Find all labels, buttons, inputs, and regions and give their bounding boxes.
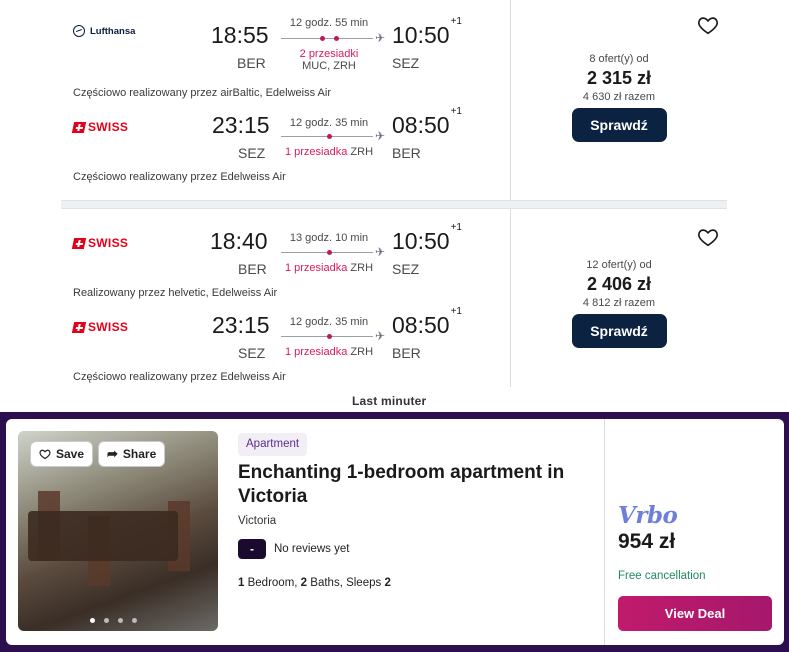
route-line: ✈ bbox=[281, 329, 385, 343]
lufthansa-crane-icon bbox=[73, 25, 85, 37]
property-type-badge: Apartment bbox=[238, 433, 308, 456]
offers-count: 8 ofert(y) od bbox=[589, 53, 649, 65]
arrival-time: 10:50+1 bbox=[392, 222, 462, 254]
operator-note: Częściowo realizowany przez airBaltic, E… bbox=[73, 87, 331, 99]
plane-icon: ✈ bbox=[374, 31, 385, 45]
lastminuter-logo: Last minuter bbox=[352, 394, 427, 408]
route-line: ✈ bbox=[281, 31, 385, 45]
carousel-dots[interactable] bbox=[90, 618, 137, 623]
flight-legs: Lufthansa 18:55 BER 12 godz. 55 min ✈ 2 … bbox=[61, 0, 510, 200]
carousel-dot[interactable] bbox=[90, 618, 95, 623]
rating-badge: - bbox=[238, 539, 266, 559]
swiss-logo: SWISS bbox=[71, 236, 129, 250]
vrbo-logo: Vrbo bbox=[618, 502, 678, 529]
departure-time: 23:15 bbox=[212, 112, 270, 138]
flight-legs: SWISS 18:40 BER 13 godz. 10 min ✈ 1 prze… bbox=[61, 209, 510, 387]
price-box: 12 ofert(y) od 2 406 zł 4 812 zł razem S… bbox=[511, 259, 727, 348]
duration: 12 godz. 55 min bbox=[289, 17, 369, 29]
swiss-flag-icon bbox=[71, 321, 87, 333]
departure-code: BER bbox=[238, 261, 267, 277]
route-line: ✈ bbox=[281, 129, 385, 143]
arrival-code: BER bbox=[392, 345, 421, 361]
stops: 1 przesiadka ZRH bbox=[284, 262, 374, 274]
ad-price: 954 zł bbox=[618, 530, 676, 553]
departure-code: SEZ bbox=[238, 345, 266, 361]
flight-result-1[interactable]: Lufthansa 18:55 BER 12 godz. 55 min ✈ 2 … bbox=[61, 0, 727, 200]
photo-detail bbox=[28, 511, 178, 561]
arrival-code: SEZ bbox=[392, 261, 420, 277]
vrbo-ad-banner[interactable]: Save ➦ Share Apartment Enchanting 1-bedr… bbox=[0, 412, 789, 652]
save-button[interactable]: Save bbox=[30, 441, 94, 467]
ad-card[interactable]: Save ➦ Share Apartment Enchanting 1-bedr… bbox=[6, 419, 784, 645]
result-separator bbox=[61, 200, 727, 209]
favorite-heart-icon[interactable] bbox=[697, 14, 719, 36]
departure-code: BER bbox=[237, 55, 266, 71]
check-button[interactable]: Sprawdź bbox=[571, 314, 667, 348]
free-cancellation: Free cancellation bbox=[618, 570, 706, 582]
arrival-time: 10:50+1 bbox=[392, 16, 462, 48]
plane-icon: ✈ bbox=[374, 245, 385, 259]
swiss-flag-icon bbox=[71, 237, 87, 249]
plane-icon: ✈ bbox=[374, 329, 385, 343]
carousel-dot[interactable] bbox=[132, 618, 137, 623]
check-button[interactable]: Sprawdź bbox=[571, 108, 667, 142]
stops: 2 przesiadki MUC, ZRH bbox=[299, 48, 359, 72]
route-line: ✈ bbox=[281, 245, 385, 259]
page: Lufthansa 18:55 BER 12 godz. 55 min ✈ 2 … bbox=[0, 0, 789, 652]
operator-note: Realizowany przez helvetic, Edelweiss Ai… bbox=[73, 287, 278, 299]
swiss-logo: SWISS bbox=[71, 320, 129, 334]
save-label: Save bbox=[56, 447, 85, 461]
departure-time: 18:55 bbox=[211, 22, 269, 48]
arrival-code: BER bbox=[392, 145, 421, 161]
departure-time: 18:40 bbox=[210, 228, 268, 254]
duration: 12 godz. 35 min bbox=[289, 117, 369, 129]
total-price: 4 812 zł razem bbox=[582, 297, 656, 309]
share-icon: ➦ bbox=[107, 446, 118, 461]
arrival-time: 08:50+1 bbox=[392, 306, 462, 338]
property-location: Victoria bbox=[238, 515, 277, 527]
heart-icon bbox=[39, 449, 51, 460]
total-price: 4 630 zł razem bbox=[582, 91, 656, 103]
price: 2 315 zł bbox=[586, 68, 652, 88]
share-button[interactable]: ➦ Share bbox=[98, 441, 166, 467]
offers-count: 12 ofert(y) od bbox=[586, 259, 652, 271]
airline-name: SWISS bbox=[88, 120, 129, 134]
duration: 13 godz. 10 min bbox=[289, 232, 369, 244]
carousel-dot[interactable] bbox=[104, 618, 109, 623]
flight-result-2[interactable]: SWISS 18:40 BER 13 godz. 10 min ✈ 1 prze… bbox=[61, 209, 727, 387]
airline-name: SWISS bbox=[88, 320, 129, 334]
departure-time: 23:15 bbox=[212, 312, 270, 338]
swiss-flag-icon bbox=[71, 121, 87, 133]
property-specs: 1 Bedroom, 2 Baths, Sleeps 2 bbox=[238, 577, 391, 589]
arrival-code: SEZ bbox=[392, 55, 420, 71]
property-title[interactable]: Enchanting 1-bedroom apartment in Victor… bbox=[238, 461, 593, 509]
rating-text: No reviews yet bbox=[274, 543, 350, 555]
operator-note: Częściowo realizowany przez Edelweiss Ai… bbox=[73, 171, 286, 183]
lufthansa-logo: Lufthansa bbox=[73, 25, 135, 37]
airline-name: SWISS bbox=[88, 236, 129, 250]
swiss-logo: SWISS bbox=[71, 120, 129, 134]
stops: 1 przesiadka ZRH bbox=[284, 346, 374, 358]
airline-name: Lufthansa bbox=[90, 25, 136, 37]
price-box: 8 ofert(y) od 2 315 zł 4 630 zł razem Sp… bbox=[511, 53, 727, 142]
favorite-heart-icon[interactable] bbox=[697, 226, 719, 248]
share-label: Share bbox=[122, 447, 157, 461]
carousel-dot[interactable] bbox=[118, 618, 123, 623]
view-deal-button[interactable]: View Deal bbox=[618, 596, 772, 631]
plane-icon: ✈ bbox=[374, 129, 385, 143]
price: 2 406 zł bbox=[586, 274, 652, 294]
departure-code: SEZ bbox=[238, 145, 266, 161]
duration: 12 godz. 35 min bbox=[289, 316, 369, 328]
arrival-time: 08:50+1 bbox=[392, 106, 462, 138]
property-photo[interactable]: Save ➦ Share bbox=[18, 431, 218, 631]
ad-divider bbox=[604, 419, 605, 645]
operator-note: Częściowo realizowany przez Edelweiss Ai… bbox=[73, 371, 286, 383]
stops: 1 przesiadka ZRH bbox=[284, 146, 374, 158]
